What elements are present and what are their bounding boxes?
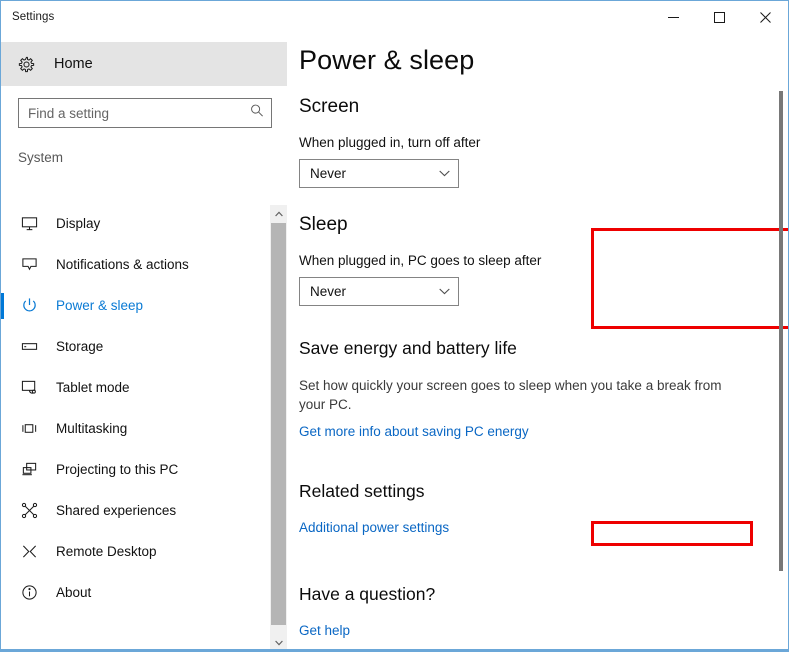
get-help-link[interactable]: Get help xyxy=(299,623,350,638)
screen-timeout-dropdown[interactable]: Never xyxy=(299,159,459,188)
minimize-icon xyxy=(667,16,679,18)
chevron-down-icon xyxy=(439,170,450,177)
sidebar-item-label: Multitasking xyxy=(56,421,128,436)
sidebar-item-tablet-mode[interactable]: Tablet mode xyxy=(1,367,290,408)
sidebar: Home System xyxy=(1,33,290,651)
selection-indicator xyxy=(1,252,4,278)
sidebar-item-display[interactable]: Display xyxy=(1,203,290,244)
multitasking-icon xyxy=(18,420,40,437)
maximize-button[interactable] xyxy=(696,1,742,33)
sleep-field-label: When plugged in, PC goes to sleep after xyxy=(299,253,542,268)
sleep-timeout-dropdown[interactable]: Never xyxy=(299,277,459,306)
main-scrollbar[interactable] xyxy=(779,91,783,571)
screen-section: Screen When plugged in, turn off after N… xyxy=(299,96,788,188)
storage-icon xyxy=(18,338,40,355)
sidebar-scrollbar-thumb[interactable] xyxy=(271,223,286,625)
selection-indicator xyxy=(1,457,4,483)
sidebar-item-power-sleep[interactable]: Power & sleep xyxy=(1,285,290,326)
sidebar-scrollbar[interactable] xyxy=(270,205,287,651)
sleep-timeout-value: Never xyxy=(310,284,347,299)
sidebar-item-home[interactable]: Home xyxy=(1,42,287,86)
window-body: Home System xyxy=(1,33,788,651)
have-a-question-section: Have a question? Get help xyxy=(299,584,788,640)
selection-indicator xyxy=(1,539,4,565)
sidebar-home-label: Home xyxy=(54,56,93,72)
main-content: Power & sleep Screen When plugged in, tu… xyxy=(290,33,788,651)
sidebar-item-label: Power & sleep xyxy=(56,298,144,313)
sidebar-item-about[interactable]: About xyxy=(1,572,290,613)
sidebar-item-projecting-to-this-pc[interactable]: Projecting to this PC xyxy=(1,449,290,490)
save-energy-heading: Save energy and battery life xyxy=(299,338,517,358)
window-bottom-accent xyxy=(1,649,788,651)
sidebar-item-label: Tablet mode xyxy=(56,380,130,395)
search-box[interactable] xyxy=(18,98,272,128)
sidebar-item-label: About xyxy=(56,585,92,600)
save-energy-section: Save energy and battery life Set how qui… xyxy=(299,338,788,441)
selection-indicator xyxy=(1,375,4,401)
window-controls xyxy=(650,1,788,33)
sidebar-item-label: Display xyxy=(56,216,101,231)
main-scrollbar-thumb[interactable] xyxy=(779,91,783,571)
sidebar-item-shared-experiences[interactable]: Shared experiences xyxy=(1,490,290,531)
sidebar-item-notifications-actions[interactable]: Notifications & actions xyxy=(1,244,290,285)
settings-window: Settings Home Find a setting System Disp… xyxy=(0,0,789,652)
sleep-heading: Sleep xyxy=(299,214,348,235)
screen-field-label: When plugged in, turn off after xyxy=(299,135,481,150)
scroll-up-arrow-icon[interactable] xyxy=(270,205,287,222)
chevron-down-icon xyxy=(439,288,450,295)
close-icon xyxy=(759,11,771,23)
maximize-icon xyxy=(713,11,725,23)
related-settings-section: Related settings Additional power settin… xyxy=(299,481,788,537)
notification-icon xyxy=(18,256,40,273)
sidebar-item-label: Storage xyxy=(56,339,104,354)
page-title: Power & sleep xyxy=(299,45,475,75)
search-icon xyxy=(250,104,264,123)
selection-indicator xyxy=(1,334,4,360)
minimize-button[interactable] xyxy=(650,1,696,33)
screen-timeout-value: Never xyxy=(310,166,347,181)
saving-pc-energy-link[interactable]: Get more info about saving PC energy xyxy=(299,424,529,439)
search-input[interactable] xyxy=(19,105,271,121)
gear-icon xyxy=(18,56,42,73)
sidebar-item-label: Notifications & actions xyxy=(56,257,189,272)
have-a-question-heading: Have a question? xyxy=(299,584,436,604)
save-energy-description: Set how quickly your screen goes to slee… xyxy=(299,378,722,412)
close-button[interactable] xyxy=(742,1,788,33)
projecting-icon xyxy=(18,461,40,478)
selection-indicator xyxy=(1,211,4,237)
related-settings-heading: Related settings xyxy=(299,481,425,501)
sidebar-item-label: Shared experiences xyxy=(56,503,177,518)
selection-indicator xyxy=(1,416,4,442)
power-icon xyxy=(18,297,40,314)
selection-indicator xyxy=(1,498,4,524)
info-icon xyxy=(18,584,40,601)
additional-power-settings-link[interactable]: Additional power settings xyxy=(299,520,449,535)
title-bar: Settings xyxy=(1,1,788,33)
remote-desktop-icon xyxy=(18,543,40,560)
sidebar-item-remote-desktop[interactable]: Remote Desktop xyxy=(1,531,290,572)
sidebar-item-multitasking[interactable]: Multitasking xyxy=(1,408,290,449)
selection-indicator xyxy=(1,580,4,606)
shared-experiences-icon xyxy=(18,502,40,519)
sidebar-nav-list: Display Notifications & actions Power & … xyxy=(1,203,290,613)
sidebar-nav-scroll-area: Display Notifications & actions Power & … xyxy=(1,203,290,651)
sidebar-group-title: System xyxy=(18,150,64,165)
screen-heading: Screen xyxy=(299,96,360,117)
sidebar-item-label: Projecting to this PC xyxy=(56,462,179,477)
tablet-icon xyxy=(18,379,40,396)
window-title: Settings xyxy=(12,11,55,23)
sidebar-item-label: Remote Desktop xyxy=(56,544,157,559)
sleep-section: Sleep When plugged in, PC goes to sleep … xyxy=(299,214,788,306)
selection-indicator xyxy=(1,293,4,319)
sidebar-item-storage[interactable]: Storage xyxy=(1,326,290,367)
monitor-icon xyxy=(18,215,40,232)
